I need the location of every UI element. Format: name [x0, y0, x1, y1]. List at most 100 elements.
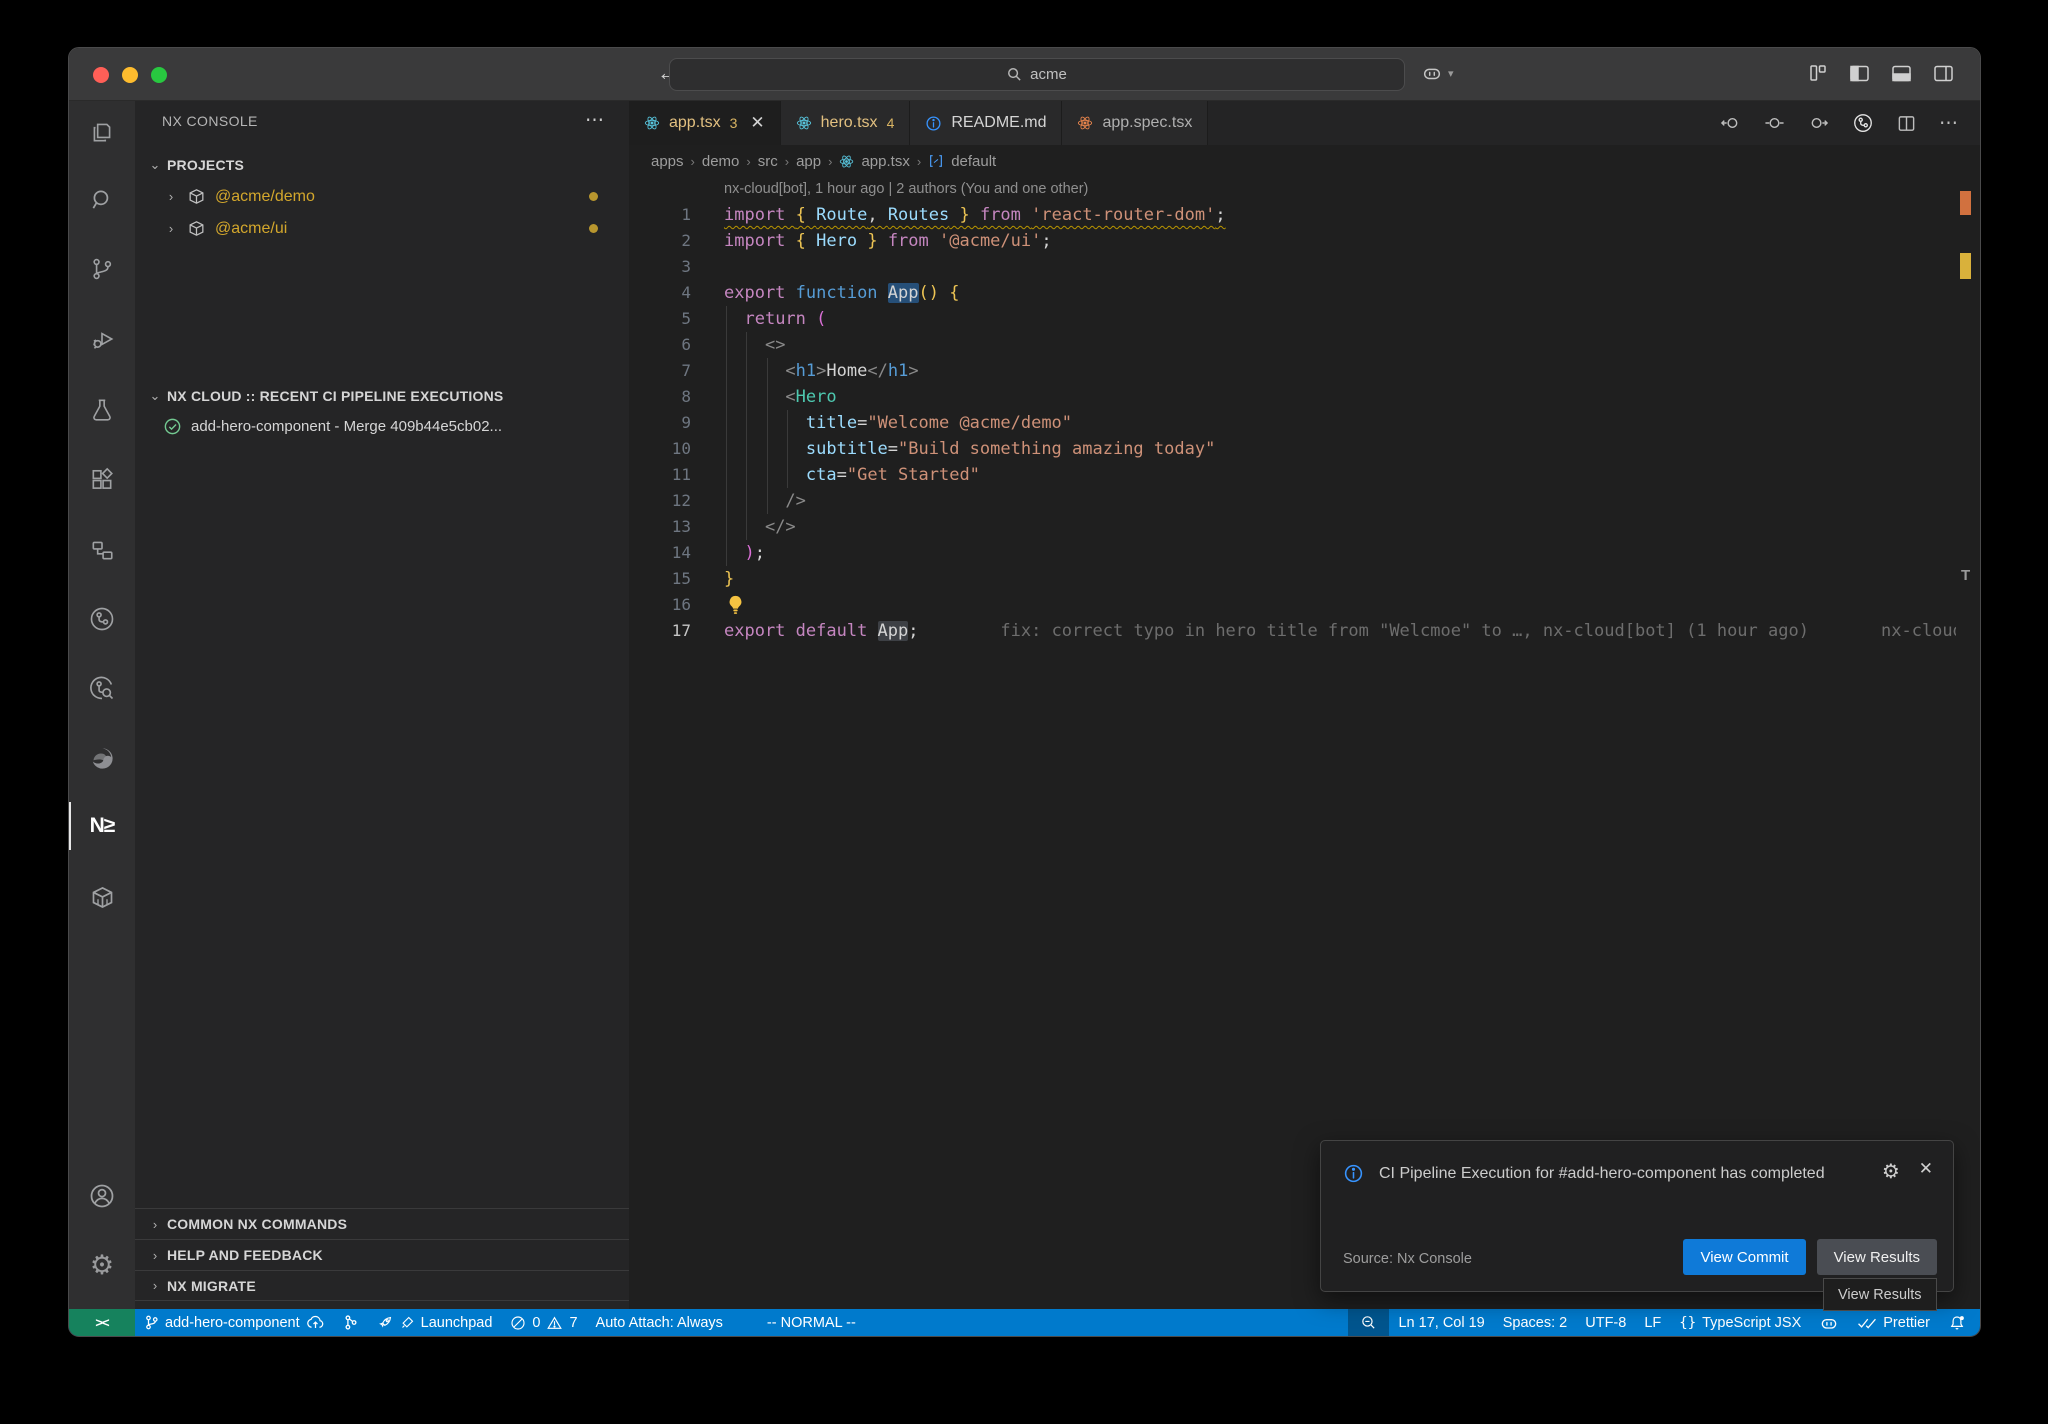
- line-number: 6: [629, 332, 691, 358]
- account-icon: [88, 1182, 116, 1210]
- sidebar-item-search[interactable]: [69, 176, 135, 224]
- tab-app-tsx[interactable]: app.tsx 3 ✕: [629, 101, 781, 145]
- code-line-10[interactable]: 10 subtitle="Build something amazing tod…: [629, 436, 1980, 462]
- sidebar-item-containers[interactable]: [69, 873, 135, 921]
- section-common-nx-commands[interactable]: › COMMON NX COMMANDS: [135, 1208, 629, 1239]
- graph-status-item[interactable]: [334, 1309, 368, 1336]
- notification-close-icon[interactable]: ✕: [1919, 1159, 1933, 1184]
- problems-status-item[interactable]: 0 7: [501, 1309, 586, 1336]
- sidebar-item-edge-browser[interactable]: [69, 734, 135, 782]
- section-projects[interactable]: ⌄ PROJECTS: [135, 149, 629, 180]
- breadcrumb-item[interactable]: default: [951, 153, 996, 170]
- magnifier-minus-icon: [1360, 1314, 1377, 1331]
- sidebar-item-commit-graph[interactable]: [69, 595, 135, 643]
- remote-indicator[interactable]: ><: [69, 1309, 135, 1336]
- sidebar-item-source-control[interactable]: [69, 245, 135, 293]
- project-item-acme-demo[interactable]: › @acme/demo: [135, 181, 629, 212]
- section-help-and-feedback[interactable]: › HELP AND FEEDBACK: [135, 1239, 629, 1270]
- sidebar-item-testing[interactable]: [69, 386, 135, 434]
- toggle-panel-icon[interactable]: [1891, 64, 1912, 83]
- code-line-4[interactable]: 4export function App() {: [629, 280, 1980, 306]
- git-codelens[interactable]: nx-cloud[bot], 1 hour ago | 2 authors (Y…: [724, 181, 1088, 197]
- tab-readme-md[interactable]: README.md: [910, 101, 1062, 145]
- notification-source: Source: Nx Console: [1343, 1251, 1472, 1267]
- next-change-icon[interactable]: [1808, 114, 1829, 132]
- chevron-right-icon: ›: [147, 1217, 163, 1232]
- section-nx-migrate[interactable]: › NX MIGRATE: [135, 1270, 629, 1301]
- check-circle-icon: [163, 417, 182, 436]
- minimize-window-button[interactable]: [122, 67, 138, 83]
- tab-app-spec-tsx[interactable]: app.spec.tsx: [1062, 101, 1208, 145]
- accounts-button[interactable]: [69, 1172, 135, 1220]
- code-line-1[interactable]: 1import { Route, Routes } from 'react-ro…: [629, 202, 1980, 228]
- code-line-9[interactable]: 9 title="Welcome @acme/demo": [629, 410, 1980, 436]
- code-line-13[interactable]: 13 </>: [629, 514, 1980, 540]
- indentation-status-item[interactable]: Spaces: 2: [1494, 1309, 1577, 1336]
- project-item-acme-ui[interactable]: › @acme/ui: [135, 213, 629, 244]
- breadcrumb-item[interactable]: src: [758, 153, 778, 170]
- eol-status-item[interactable]: LF: [1635, 1309, 1670, 1336]
- code-line-7[interactable]: 7 <h1>Home</h1>: [629, 358, 1980, 384]
- more-actions-icon[interactable]: ⋯: [1939, 112, 1958, 135]
- code-line-17[interactable]: 17export default App; fix: correct typo …: [629, 618, 1980, 644]
- view-commit-button[interactable]: View Commit: [1683, 1239, 1805, 1275]
- code-line-16[interactable]: 16: [629, 592, 1980, 618]
- sidebar-item-run-debug[interactable]: [69, 315, 135, 363]
- copilot-menu[interactable]: ▾: [1421, 62, 1454, 84]
- code-line-8[interactable]: 8 <Hero: [629, 384, 1980, 410]
- breadcrumb-item[interactable]: app.tsx: [861, 153, 909, 170]
- previous-change-icon[interactable]: [1720, 114, 1741, 132]
- branch-status-item[interactable]: add-hero-component: [135, 1309, 334, 1336]
- notification-settings-gear-icon[interactable]: ⚙: [1882, 1159, 1900, 1184]
- code-line-14[interactable]: 14 );: [629, 540, 1980, 566]
- toggle-secondary-sidebar-icon[interactable]: [1933, 64, 1954, 83]
- prettier-status-item[interactable]: Prettier: [1848, 1309, 1939, 1336]
- breadcrumb-item[interactable]: demo: [702, 153, 740, 170]
- code-line-15[interactable]: 15}: [629, 566, 1980, 592]
- line-number: 17: [629, 618, 691, 644]
- section-nx-cloud[interactable]: ⌄ NX CLOUD :: RECENT CI PIPELINE EXECUTI…: [135, 380, 629, 411]
- sidebar-item-nx-console[interactable]: N≥: [69, 802, 135, 850]
- sidebar-item-project-graph[interactable]: [69, 526, 135, 574]
- view-results-button[interactable]: View Results: [1817, 1239, 1937, 1275]
- code-line-5[interactable]: 5 return (: [629, 306, 1980, 332]
- language-mode-status-item[interactable]: {} TypeScript JSX: [1670, 1309, 1810, 1336]
- command-center-search[interactable]: acme: [669, 58, 1405, 91]
- minimap[interactable]: T: [1956, 177, 1980, 1309]
- code-line-11[interactable]: 11 cta="Get Started": [629, 462, 1980, 488]
- zoom-window-button[interactable]: [151, 67, 167, 83]
- tab-hero-tsx[interactable]: hero.tsx 4: [781, 101, 911, 145]
- breadcrumb-separator: ›: [746, 154, 750, 169]
- close-window-button[interactable]: [93, 67, 109, 83]
- customize-layout-icon[interactable]: [1808, 63, 1828, 83]
- sidebar-more-actions-icon[interactable]: ⋯: [585, 109, 605, 132]
- code-line-2[interactable]: 2import { Hero } from '@acme/ui';: [629, 228, 1980, 254]
- line-number: 2: [629, 228, 691, 254]
- breadcrumb-item[interactable]: app: [796, 153, 821, 170]
- split-editor-icon[interactable]: [1897, 114, 1916, 133]
- lightbulb-icon[interactable]: [726, 595, 745, 615]
- titlebar: ← → acme ▾: [69, 48, 1980, 101]
- code-line-12[interactable]: 12 />: [629, 488, 1980, 514]
- encoding-status-item[interactable]: UTF-8: [1576, 1309, 1635, 1336]
- copilot-status-item[interactable]: [1810, 1309, 1848, 1336]
- zoom-out-status-item[interactable]: [1348, 1309, 1389, 1336]
- breadcrumb-item[interactable]: apps: [651, 153, 684, 170]
- sidebar-item-explorer[interactable]: [69, 108, 135, 156]
- code-line-6[interactable]: 6 <>: [629, 332, 1980, 358]
- settings-button[interactable]: ⚙: [69, 1241, 135, 1289]
- chevron-right-icon: ›: [147, 1278, 163, 1293]
- sidebar-item-extensions[interactable]: [69, 456, 135, 504]
- toggle-primary-sidebar-icon[interactable]: [1849, 64, 1870, 83]
- sidebar-item-commit-search[interactable]: [69, 664, 135, 712]
- pipeline-execution-item[interactable]: add-hero-component - Merge 409b44e5cb02.…: [135, 411, 629, 442]
- auto-attach-status-item[interactable]: Auto Attach: Always: [587, 1309, 732, 1336]
- notifications-bell-item[interactable]: [1939, 1309, 1980, 1336]
- close-tab-icon[interactable]: ✕: [750, 113, 764, 133]
- current-change-icon[interactable]: [1764, 114, 1785, 132]
- code-line-3[interactable]: 3: [629, 254, 1980, 280]
- cursor-position-status-item[interactable]: Ln 17, Col 19: [1389, 1309, 1493, 1336]
- vim-mode-status-item[interactable]: -- NORMAL --: [758, 1309, 865, 1336]
- commit-graph-action-icon[interactable]: [1852, 112, 1874, 134]
- launchpad-status-item[interactable]: Launchpad: [368, 1309, 502, 1336]
